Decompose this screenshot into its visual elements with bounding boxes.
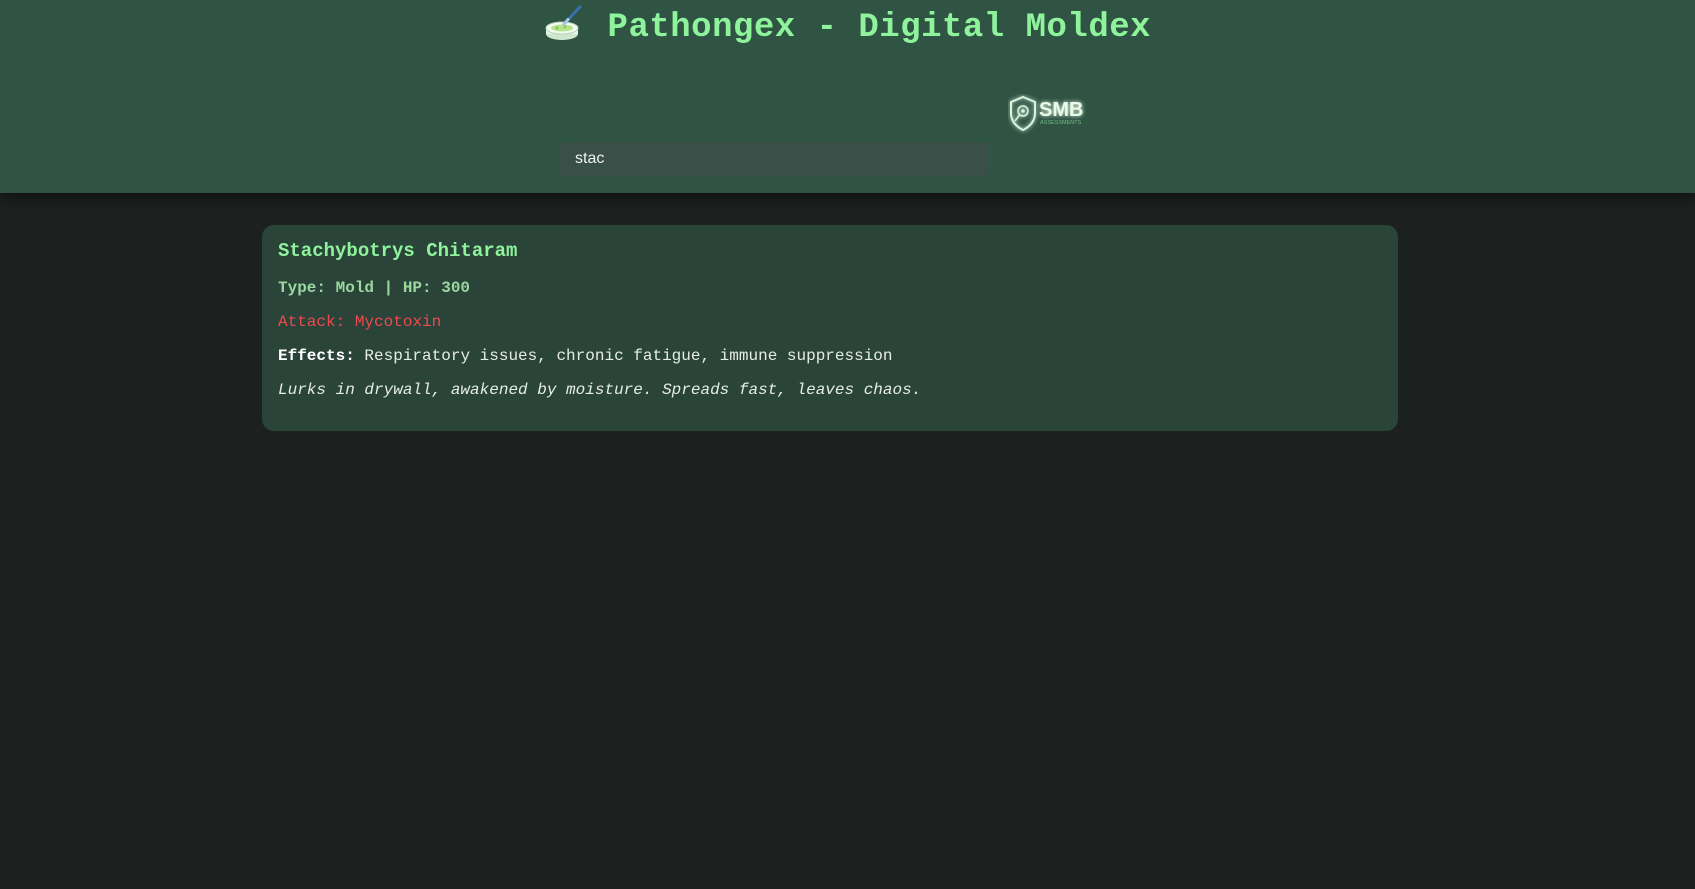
attack-value: Mycotoxin: [354, 313, 442, 331]
mold-flavor-text: Lurks in drywall, awakened by moisture. …: [278, 381, 922, 399]
mold-attack: Attack: Mycotoxin: [278, 313, 441, 331]
effects-label: Effects:: [278, 347, 355, 365]
petri-dish-icon: [544, 4, 584, 44]
logo-text: SMB: [1039, 99, 1083, 121]
mold-type-hp: Type: Mold | HP: 300: [278, 279, 471, 297]
mold-effects: Effects: Respiratory issues, chronic fat…: [278, 347, 893, 365]
effects-value: Respiratory issues, chronic fatigue, imm…: [364, 347, 893, 365]
smb-logo: SMB ASSESSMENTS: [1008, 94, 1098, 134]
title-row: Pathongex - Digital Moldex: [0, 5, 1695, 48]
search-input[interactable]: [560, 142, 990, 176]
page-title: Pathongex - Digital Moldex: [607, 9, 1152, 47]
mold-name: Stachybotrys Chitaram: [278, 240, 518, 262]
attack-label: Attack:: [278, 313, 346, 331]
logo-subtext: ASSESSMENTS: [1040, 120, 1082, 126]
mold-card: Stachybotrys Chitaram Type: Mold | HP: 3…: [262, 225, 1398, 431]
app-header: Pathongex - Digital Moldex SMB ASSESSMEN…: [0, 0, 1695, 193]
